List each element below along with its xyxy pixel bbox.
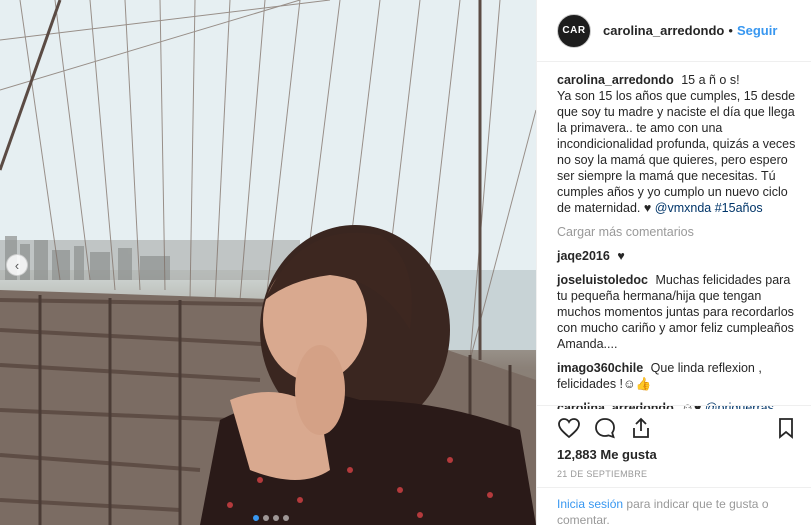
chevron-left-icon: ‹ (14, 257, 20, 273)
post-date: 21 DE SEPTIEMBRE (557, 469, 648, 479)
comment-text: ♥ (617, 249, 625, 263)
header-username[interactable]: carolina_arredondo (603, 23, 724, 38)
follow-button[interactable]: Seguir (737, 23, 777, 38)
carousel-dot[interactable] (283, 515, 289, 521)
caption-title: 15 a ñ o s! (681, 73, 740, 87)
carousel-prev-button[interactable]: ‹ (6, 254, 28, 276)
save-button[interactable] (770, 412, 802, 444)
caption-username[interactable]: carolina_arredondo (557, 73, 674, 87)
likes-count[interactable]: 12,883 Me gusta (557, 447, 657, 462)
comment-username[interactable]: jaqe2016 (557, 249, 610, 263)
login-link[interactable]: Inicia sesión (557, 497, 623, 511)
carousel-dots (253, 515, 289, 521)
comment-username[interactable]: imago360chile (557, 361, 643, 375)
comment-button[interactable] (589, 412, 621, 444)
load-more-comments-button[interactable]: Cargar más comentarios (557, 224, 797, 240)
comments-section: carolina_arredondo 15 a ñ o s! Ya son 15… (537, 62, 811, 409)
bridge-photo-illustration (0, 0, 536, 525)
caption-body: Ya son 15 los años que cumples, 15 desde… (557, 89, 796, 215)
heart-icon (558, 417, 580, 438)
comment-icon (595, 417, 615, 438)
post-header: CAR carolina_arredondo • Seguir (537, 0, 811, 62)
comment-item: joseluistoledoc Muchas felicidades para … (557, 272, 797, 352)
comment-item: jaqe2016 ♥ (557, 248, 797, 264)
share-icon (633, 417, 649, 438)
bookmark-icon (779, 417, 793, 439)
carousel-dot[interactable] (263, 515, 269, 521)
caption-mention[interactable]: @vmxnda (655, 201, 711, 215)
post-photo: ‹ (0, 0, 536, 525)
caption: carolina_arredondo 15 a ñ o s! Ya son 15… (557, 72, 797, 216)
carousel-dot[interactable] (253, 515, 259, 521)
comment-username[interactable]: joseluistoledoc (557, 273, 648, 287)
avatar[interactable]: CAR (557, 13, 591, 48)
caption-hashtag[interactable]: #15años (715, 201, 763, 215)
post-details-panel: CAR carolina_arredondo • Seguir carolina… (536, 0, 811, 525)
login-prompt: Inicia sesión para indicar que te gusta … (537, 487, 811, 525)
share-button[interactable] (625, 412, 657, 444)
carousel-dot[interactable] (273, 515, 279, 521)
avatar-text: CAR (562, 25, 586, 36)
action-bar (537, 405, 811, 449)
comment-item: imago360chile Que linda reflexion , feli… (557, 360, 797, 392)
header-separator: • (728, 23, 733, 38)
like-button[interactable] (553, 412, 585, 444)
